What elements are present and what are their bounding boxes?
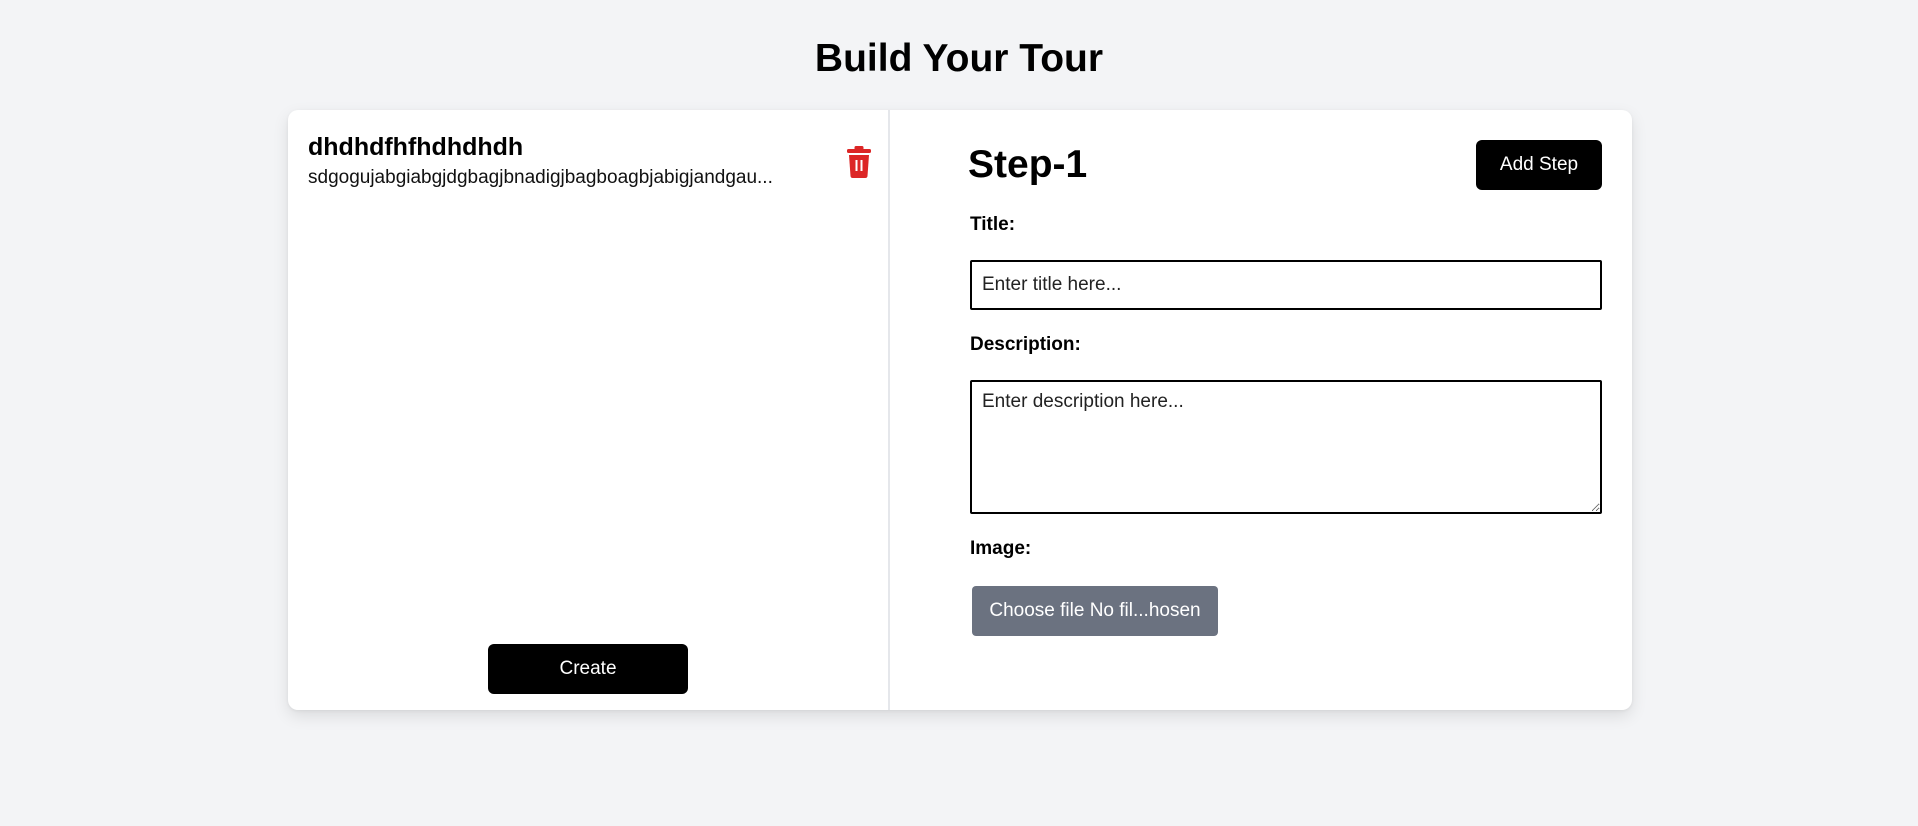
step-editor-panel: Step-1 Add Step Title: Description: Imag… — [890, 110, 1632, 710]
image-label: Image: — [970, 538, 1032, 559]
title-input[interactable] — [970, 260, 1602, 310]
step-heading: Step-1 — [968, 143, 1088, 186]
description-input[interactable] — [970, 380, 1602, 514]
step-list-item[interactable]: dhdhdfhfhdhdhdh sdgogujabgiabgjdgbagjbna… — [308, 132, 868, 190]
description-label: Description: — [970, 334, 1081, 355]
image-file-input[interactable]: Choose file No fil...hosen — [972, 586, 1218, 636]
page-title: Build Your Tour — [814, 37, 1104, 80]
title-label: Title: — [970, 214, 1016, 235]
step-item-title: dhdhdfhfhdhdhdh — [308, 133, 524, 161]
add-step-button[interactable]: Add Step — [1476, 140, 1602, 190]
trash-icon[interactable] — [845, 146, 873, 178]
step-item-description: sdgogujabgiabgjdgbagjbnadigjbagboagbjabi… — [308, 167, 773, 188]
tour-builder-card: dhdhdfhfhdhdhdh sdgogujabgiabgjdgbagjbna… — [288, 110, 1632, 710]
create-button[interactable]: Create — [488, 644, 688, 694]
steps-list-panel: dhdhdfhfhdhdhdh sdgogujabgiabgjdgbagjbna… — [288, 110, 890, 710]
